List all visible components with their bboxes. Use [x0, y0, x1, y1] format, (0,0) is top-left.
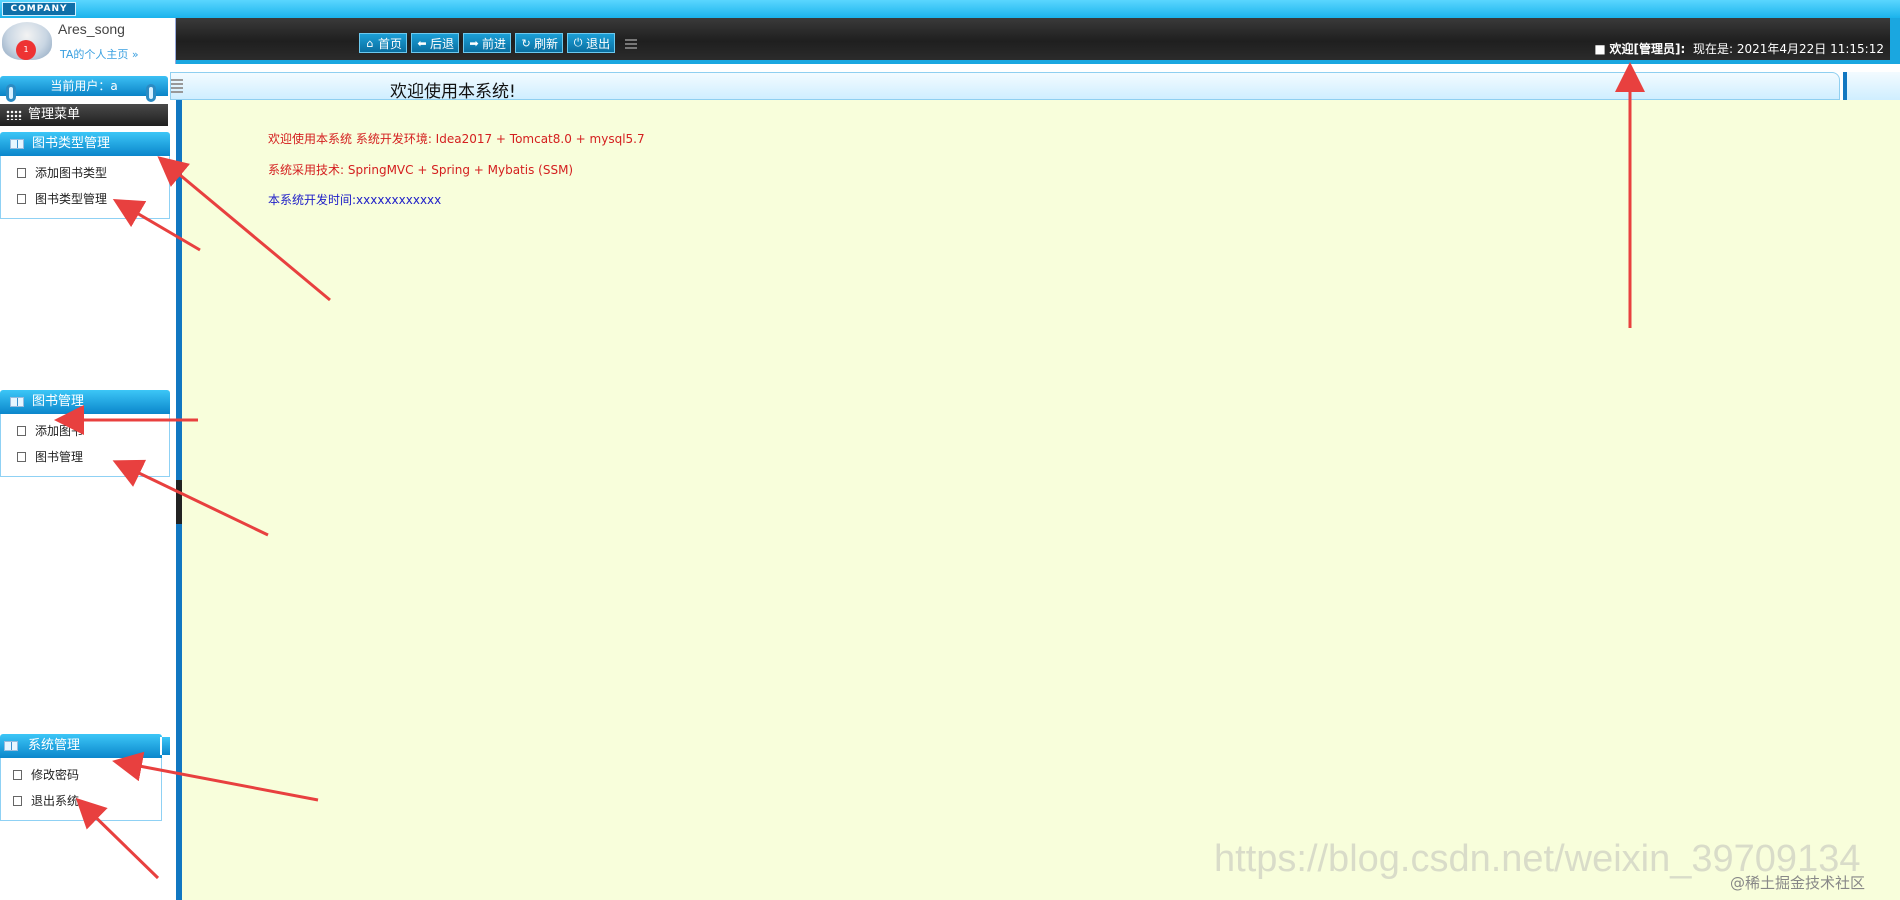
time-label: 现在是: — [1692, 42, 1734, 56]
menu-head-book[interactable]: 图书管理 — [0, 390, 170, 414]
refresh-button[interactable]: ↻ 刷新 — [515, 33, 564, 53]
menu-item-exit-system[interactable]: 退出系统 — [1, 788, 161, 814]
avatar[interactable]: 1 — [2, 22, 52, 60]
info-line-dev-time: 本系统开发时间:xxxxxxxxxxxx — [268, 193, 442, 207]
document-icon — [15, 166, 26, 178]
menu-head-system[interactable]: 系统管理 — [0, 734, 170, 758]
menu-item-label: 添加图书 — [35, 424, 84, 438]
refresh-icon: ↻ — [521, 36, 531, 50]
menu-item-label: 退出系统 — [31, 794, 80, 808]
menu-body-system: 修改密码 退出系统 — [0, 758, 162, 821]
toolbar: ⌂ 首页 ⬅ 后退 ➡ 前进 ↻ 刷新 ⏻ 退出 — [359, 32, 638, 54]
welcome-info: ■ 欢迎[管理员]: 现在是: 2021年4月22日 11:15:12 — [1594, 40, 1884, 57]
back-arrow-icon: ⬅ — [417, 36, 427, 50]
main-title-bar: 欢迎使用本系统! — [170, 72, 1840, 102]
logout-button[interactable]: ⏻ 退出 — [567, 33, 616, 53]
profile-homepage-link[interactable]: TA的个人主页 » — [60, 46, 139, 62]
document-icon — [11, 768, 22, 780]
profile-name: Ares_song — [58, 21, 125, 37]
book-icon — [10, 139, 24, 149]
page-title: 欢迎使用本系统! — [390, 82, 516, 102]
menu-head-label: 图书管理 — [32, 394, 85, 409]
info-line-technology: 系统采用技术: SpringMVC + Spring + Mybatis (SS… — [268, 163, 574, 177]
menu-head-book-type[interactable]: 图书类型管理 — [0, 132, 170, 156]
menu-item-label: 图书管理 — [35, 450, 84, 464]
dots-grid-icon — [6, 110, 22, 120]
back-button[interactable]: ⬅ 后退 — [411, 33, 460, 53]
menu-head-label: 图书类型管理 — [32, 136, 111, 151]
watermark-community: @稀土掘金技术社区 — [1730, 874, 1866, 892]
home-icon: ⌂ — [366, 36, 374, 50]
menu-group-system: 系统管理 修改密码 退出系统 — [0, 734, 170, 821]
menu-item-add-book-type[interactable]: 添加图书类型 — [1, 160, 169, 186]
menu-item-book-type-manage[interactable]: 图书类型管理 — [1, 186, 169, 212]
company-logo: COMPANY — [2, 2, 76, 16]
manage-menu-label: 管理菜单 — [28, 107, 81, 122]
menu-head-label: 系统管理 — [28, 738, 81, 753]
time-value: 2021年4月22日 11:15:12 — [1736, 42, 1884, 56]
book-icon — [4, 741, 18, 751]
menu-group-book: 图书管理 添加图书 图书管理 — [0, 390, 170, 477]
book-icon — [10, 397, 24, 407]
document-icon — [11, 794, 22, 806]
title-bar-right-cap — [1843, 72, 1900, 100]
menu-item-book-manage[interactable]: 图书管理 — [1, 444, 169, 470]
back-button-label: 后退 — [430, 36, 455, 51]
menu-item-add-book[interactable]: 添加图书 — [1, 418, 169, 444]
collapse-tab-icon[interactable] — [160, 737, 170, 755]
refresh-button-label: 刷新 — [534, 36, 559, 51]
forward-arrow-icon: ➡ — [469, 36, 479, 50]
info-line-environment: 欢迎使用本系统 系统开发环境: Idea2017 + Tomcat8.0 + m… — [268, 132, 645, 146]
top-strip: COMPANY — [0, 0, 1900, 18]
document-icon — [15, 424, 26, 436]
menu-item-label: 修改密码 — [31, 768, 80, 782]
menu-body-book-type: 添加图书类型 图书类型管理 — [0, 156, 170, 219]
avatar-badge: 1 — [16, 40, 36, 60]
current-user-label: 当前用户：a — [0, 76, 168, 96]
home-button-label: 首页 — [378, 36, 403, 51]
welcome-text: 欢迎[管理员]: — [1609, 42, 1686, 56]
logout-button-label: 退出 — [586, 36, 611, 51]
forward-button-label: 前进 — [482, 36, 507, 51]
document-icon — [15, 450, 26, 462]
sidebar: 当前用户：a 管理菜单 图书类型管理 添加图书类型 图书类型管理 图书管理 添加… — [0, 64, 178, 900]
grid-icon[interactable] — [625, 37, 638, 49]
home-button[interactable]: ⌂ 首页 — [359, 33, 408, 53]
main-content: 欢迎使用本系统 系统开发环境: Idea2017 + Tomcat8.0 + m… — [182, 100, 1900, 900]
profile-box: 1 Ares_song TA的个人主页 » — [0, 18, 176, 64]
menu-group-book-type: 图书类型管理 添加图书类型 图书类型管理 — [0, 132, 170, 219]
hook-left-icon — [6, 84, 16, 102]
grip-icon — [171, 79, 183, 93]
welcome-bullet: ■ — [1594, 42, 1606, 56]
power-icon: ⏻ — [573, 36, 583, 49]
menu-item-label: 图书类型管理 — [35, 192, 108, 206]
document-icon — [15, 192, 26, 204]
hook-right-icon — [146, 84, 156, 102]
menu-body-book: 添加图书 图书管理 — [0, 414, 170, 477]
menu-item-change-password[interactable]: 修改密码 — [1, 762, 161, 788]
manage-menu-header: 管理菜单 — [0, 104, 168, 126]
menu-item-label: 添加图书类型 — [35, 166, 108, 180]
forward-button[interactable]: ➡ 前进 — [463, 33, 512, 53]
